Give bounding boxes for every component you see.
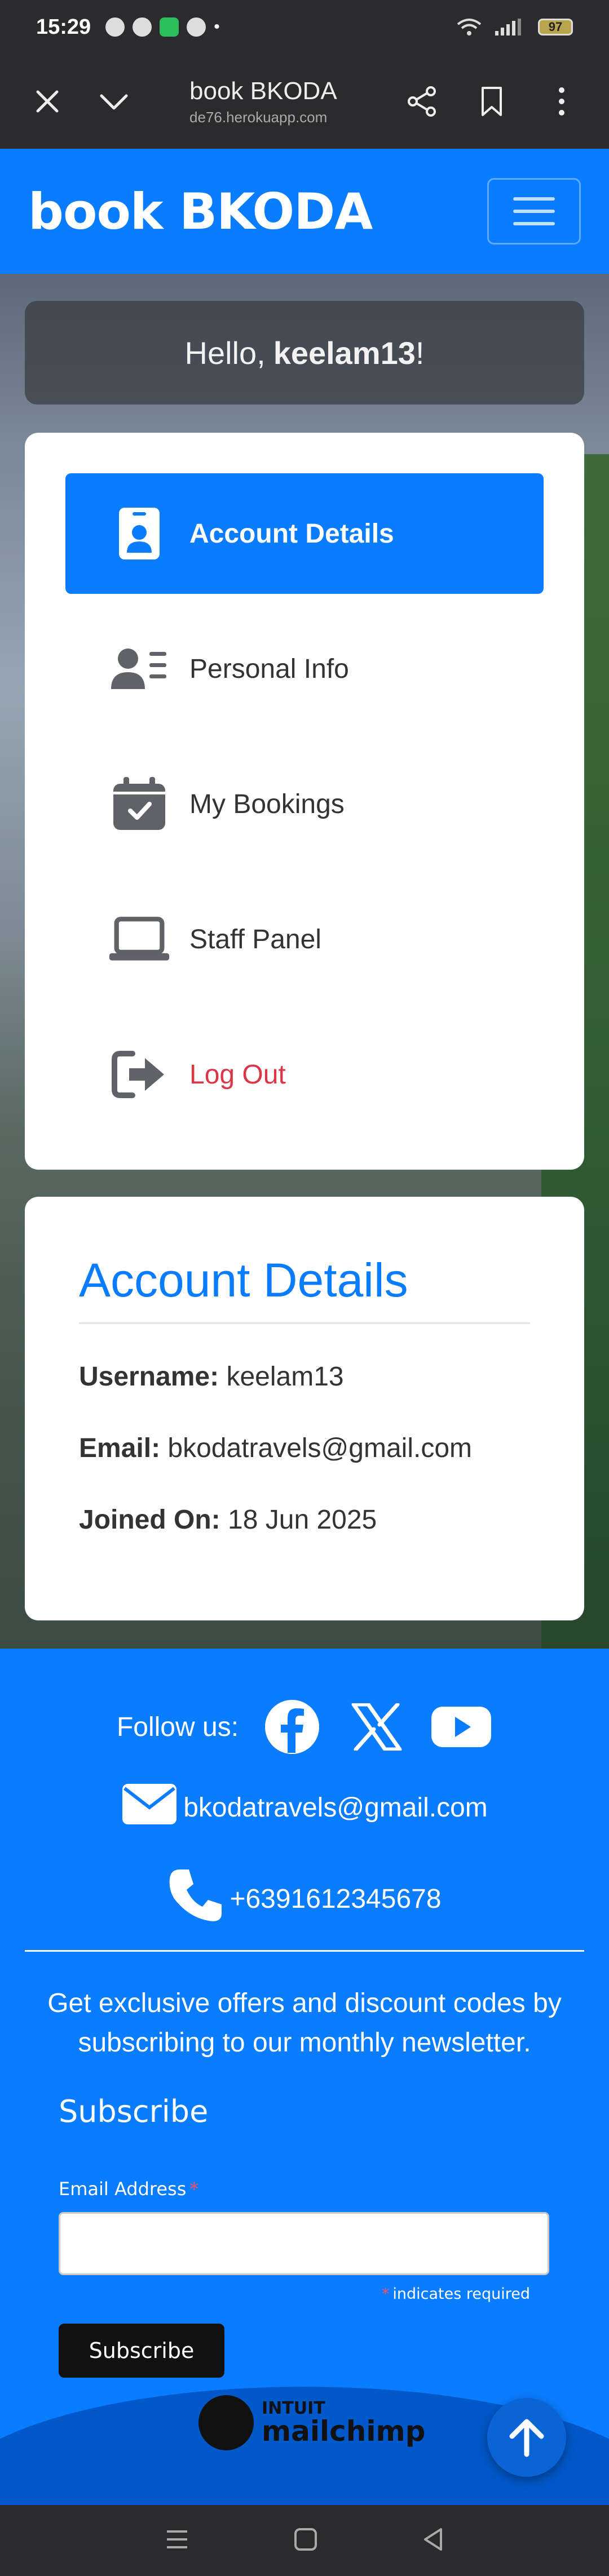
menu-item-personal-info[interactable]: Personal Info [65, 609, 544, 729]
username-value: keelam13 [226, 1362, 344, 1392]
social-row: Follow us: [0, 1696, 609, 1758]
dot-icon: • [214, 17, 220, 36]
subscribe-button[interactable]: Subscribe [59, 2324, 224, 2378]
joined-value: 18 Jun 2025 [228, 1505, 377, 1535]
joined-label: Joined On: [79, 1505, 220, 1535]
facebook-icon[interactable] [261, 1696, 323, 1758]
home-icon[interactable] [293, 2527, 318, 2555]
footer-email[interactable]: bkodatravels@gmail.com [183, 1792, 488, 1823]
mailchimp-icon [198, 2395, 254, 2450]
hamburger-line [513, 222, 555, 225]
calendar-check-icon [108, 773, 170, 835]
required-star: * [189, 2178, 199, 2200]
greeting-prefix: Hello, [184, 335, 266, 371]
phone-icon [167, 1867, 224, 1930]
close-icon[interactable] [23, 77, 72, 126]
required-star: * [381, 2285, 390, 2303]
username-label: Username: [79, 1362, 219, 1392]
browser-toolbar: book BKODA de76.herokuapp.com [0, 54, 609, 149]
email-row: Email: bkodatravels@gmail.com [79, 1433, 530, 1464]
site-footer: Follow us: bkodatravels@gmail.com +63916… [0, 1649, 609, 2505]
browser-title-block: book BKODA de76.herokuapp.com [189, 77, 337, 126]
mailchimp-logo[interactable]: INTUIT mailchimp [198, 2395, 425, 2450]
hamburger-line [513, 210, 555, 213]
greeting-username: keelam13 [273, 335, 416, 371]
envelope-icon [121, 1783, 178, 1832]
status-time: 15:29 [36, 15, 91, 39]
menu-item-label: Log Out [189, 1059, 286, 1090]
account-menu-card: Account Details Personal Info My Booking… [25, 433, 584, 1170]
footer-divider [25, 1950, 584, 1952]
youtube-icon[interactable] [430, 1696, 492, 1758]
account-details-heading: Account Details [79, 1253, 530, 1324]
username-row: Username: keelam13 [79, 1361, 530, 1392]
mailchimp-wordmark: INTUIT mailchimp [262, 2400, 426, 2448]
email-address-label-text: Email Address [59, 2178, 187, 2200]
id-badge-icon [108, 503, 170, 565]
google-notif-icon [187, 17, 206, 37]
bookmark-icon[interactable] [467, 77, 517, 126]
indicates-required-note: * indicates required [382, 2285, 530, 2303]
user-lines-icon [108, 638, 170, 700]
navbar-toggle-button[interactable] [487, 178, 581, 245]
status-bar: 15:29 • 97 [0, 0, 609, 54]
menu-item-staff-panel[interactable]: Staff Panel [65, 879, 544, 1000]
battery-icon: 97 [538, 19, 573, 35]
menu-item-label: Personal Info [189, 654, 349, 684]
email-value: bkodatravels@gmail.com [167, 1433, 472, 1463]
messages-notif-icon [160, 17, 179, 37]
newsletter-text: Get exclusive offers and discount codes … [47, 1988, 562, 2058]
wifi-icon [457, 19, 482, 35]
x-twitter-icon[interactable] [346, 1696, 408, 1758]
brand-logo[interactable]: book BKODA [28, 183, 373, 241]
menu-item-my-bookings[interactable]: My Bookings [65, 744, 544, 864]
footer-phone[interactable]: +6391612345678 [230, 1884, 441, 1915]
more-vert-icon[interactable] [537, 77, 586, 126]
chevron-down-icon[interactable] [89, 77, 139, 126]
account-details-card: Account Details Username: keelam13 Email… [25, 1197, 584, 1620]
back-icon[interactable] [422, 2527, 444, 2555]
footer-phone-row: +6391612345678 [0, 1867, 609, 1930]
notification-icons: • [105, 17, 220, 37]
menu-item-log-out[interactable]: Log Out [65, 1014, 544, 1135]
follow-label: Follow us: [116, 1712, 239, 1742]
back-to-top-button[interactable] [487, 2398, 566, 2477]
hamburger-line [513, 197, 555, 201]
laptop-icon [108, 908, 170, 970]
logout-icon [108, 1043, 170, 1105]
system-nav-bar [0, 2505, 609, 2576]
subscribe-heading: Subscribe [59, 2094, 209, 2129]
menu-item-label: Staff Panel [189, 924, 321, 954]
greeting-suffix: ! [415, 335, 425, 371]
menu-item-label: My Bookings [189, 789, 345, 819]
menu-item-label: Account Details [189, 518, 394, 549]
browser-url[interactable]: de76.herokuapp.com [189, 109, 337, 126]
recents-icon[interactable] [165, 2528, 189, 2553]
facebook-notif-icon [105, 17, 125, 37]
joined-row: Joined On: 18 Jun 2025 [79, 1504, 530, 1535]
signal-icon [495, 19, 521, 35]
greeting-banner: Hello, keelam13 ! [25, 301, 584, 405]
email-label: Email: [79, 1433, 161, 1463]
browser-page-title: book BKODA [189, 77, 337, 105]
email-address-label: Email Address * [59, 2178, 198, 2200]
share-icon[interactable] [397, 77, 447, 126]
indicates-required-text: indicates required [392, 2285, 530, 2303]
menu-item-account-details[interactable]: Account Details [65, 473, 544, 594]
email-address-input[interactable] [59, 2212, 549, 2275]
mailchimp-brand-text: mailchimp [262, 2415, 426, 2448]
footer-email-row: bkodatravels@gmail.com [0, 1783, 609, 1832]
messenger-notif-icon [133, 17, 152, 37]
site-navbar: book BKODA [0, 149, 609, 274]
arrow-up-icon [509, 2419, 544, 2457]
